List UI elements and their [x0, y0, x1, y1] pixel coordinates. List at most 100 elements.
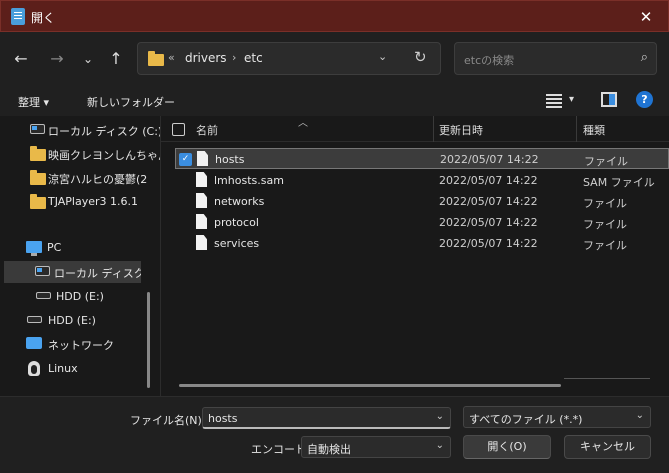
- search-input[interactable]: etcの検索 ⌕: [454, 42, 657, 75]
- column-header: 名前 ︿ 更新日時 種類: [161, 116, 669, 142]
- file-type: ファイル: [583, 197, 627, 210]
- sidebar-item-label: ローカル ディスク (C:): [54, 267, 141, 280]
- address-bar[interactable]: « drivers › etc ⌄ ↻: [137, 42, 441, 75]
- sidebar-item-label: HDD (E:): [56, 290, 104, 303]
- recent-locations-chevron-icon[interactable]: ⌄: [76, 48, 100, 70]
- file-date: 2022/05/07 14:22: [440, 153, 539, 166]
- column-name[interactable]: 名前: [196, 122, 218, 138]
- filter-value: すべてのファイル (*.*): [469, 413, 583, 426]
- encoding-value: 自動検出: [307, 443, 351, 456]
- file-type: ファイル: [583, 239, 627, 252]
- folder-icon: [148, 51, 164, 66]
- column-type[interactable]: 種類: [583, 122, 605, 138]
- file-row-protocol[interactable]: protocol 2022/05/07 14:22 ファイル: [175, 212, 669, 233]
- view-dropdown-chevron-icon[interactable]: ▾: [569, 94, 587, 110]
- sidebar-item-local-disk-c-pc[interactable]: ローカル ディスク (C:): [4, 261, 141, 283]
- view-options-icon[interactable]: [546, 92, 564, 108]
- document-icon: [196, 172, 207, 187]
- file-name: lmhosts.sam: [214, 174, 284, 187]
- drive-icon: [36, 292, 51, 299]
- search-icon: ⌕: [640, 50, 648, 65]
- new-folder-button[interactable]: 新しいフォルダー: [87, 94, 175, 110]
- back-arrow-icon[interactable]: ←: [9, 48, 33, 70]
- forward-arrow-icon[interactable]: →: [45, 48, 69, 70]
- help-icon[interactable]: ?: [636, 91, 653, 108]
- folder-icon: [30, 194, 46, 209]
- network-icon: [26, 337, 42, 349]
- file-type: ファイル: [584, 155, 628, 168]
- drive-icon: [30, 124, 45, 134]
- sidebar-item-pc[interactable]: PC: [26, 237, 176, 259]
- sidebar-item-label: PC: [47, 241, 62, 254]
- divider-line: [564, 378, 650, 379]
- file-list: 名前 ︿ 更新日時 種類 ✓ hosts 2022/05/07 14:22 ファ…: [161, 116, 669, 396]
- sidebar-item-label: ネットワーク: [48, 339, 114, 352]
- document-icon: [196, 214, 207, 229]
- sidebar-scrollbar[interactable]: [147, 292, 150, 388]
- drive-icon: [27, 316, 42, 323]
- sidebar-item-label: 映画クレヨンしんちゃん: [48, 149, 169, 162]
- open-button[interactable]: 開く(O): [463, 435, 551, 459]
- chevron-down-icon[interactable]: ⌄: [436, 411, 444, 422]
- checkmark-icon[interactable]: ✓: [179, 153, 192, 166]
- organize-button[interactable]: 整理 ▾: [18, 94, 49, 110]
- file-row-services[interactable]: services 2022/05/07 14:22 ファイル: [175, 233, 669, 254]
- sidebar-item-label: Linux: [48, 362, 78, 375]
- document-icon: [197, 151, 208, 166]
- breadcrumb-etc[interactable]: etc: [244, 51, 263, 65]
- title-bar: 開く ✕: [0, 0, 669, 32]
- close-button[interactable]: ✕: [634, 5, 658, 29]
- file-row-lmhosts[interactable]: lmhosts.sam 2022/05/07 14:22 SAM ファイル: [175, 170, 669, 191]
- sidebar-item-label: ローカル ディスク (C:): [48, 125, 163, 138]
- filename-label: ファイル名(N):: [130, 414, 206, 427]
- document-icon: [196, 235, 207, 250]
- file-name: hosts: [215, 153, 245, 166]
- sidebar-item-label: HDD (E:): [48, 314, 96, 327]
- chevron-down-icon: ⌄: [435, 440, 444, 451]
- sidebar-item-haruhi[interactable]: 涼宮ハルヒの憂鬱(2: [30, 167, 180, 189]
- column-divider[interactable]: [433, 116, 434, 142]
- file-row-hosts[interactable]: ✓ hosts 2022/05/07 14:22 ファイル: [175, 148, 669, 169]
- file-date: 2022/05/07 14:22: [439, 237, 538, 250]
- pc-icon: [26, 241, 42, 256]
- chevron-down-icon: ▾: [43, 96, 50, 109]
- refresh-icon[interactable]: ↻: [414, 48, 427, 66]
- sidebar-item-linux[interactable]: Linux: [28, 358, 178, 380]
- linux-icon: [28, 361, 40, 376]
- sort-arrow-icon: ︿: [298, 118, 308, 129]
- window-title: 開く: [31, 11, 56, 25]
- sidebar-item-tjaplayer3[interactable]: TJAPlayer3 1.6.1: [30, 191, 180, 213]
- file-date: 2022/05/07 14:22: [439, 195, 538, 208]
- file-name: services: [214, 237, 260, 250]
- sidebar-item-label: 涼宮ハルヒの憂鬱(2: [48, 173, 148, 186]
- file-row-networks[interactable]: networks 2022/05/07 14:22 ファイル: [175, 191, 669, 212]
- command-toolbar: 整理 ▾ 新しいフォルダー ▾ ?: [0, 86, 669, 116]
- sidebar-item-crayon-shinchan[interactable]: 映画クレヨンしんちゃん: [30, 143, 180, 165]
- folder-icon: [30, 170, 46, 185]
- column-divider[interactable]: [576, 116, 577, 142]
- preview-pane-icon[interactable]: [601, 92, 617, 107]
- file-name: protocol: [214, 216, 259, 229]
- horizontal-scrollbar[interactable]: [179, 384, 561, 387]
- file-type-filter-select[interactable]: すべてのファイル (*.*) ⌄: [463, 406, 651, 428]
- filename-value: hosts: [208, 412, 238, 425]
- address-dropdown-chevron-icon[interactable]: ⌄: [378, 50, 387, 63]
- chevron-down-icon: ⌄: [635, 410, 644, 421]
- filename-input[interactable]: hosts ⌄: [202, 407, 451, 429]
- cancel-button[interactable]: キャンセル: [564, 435, 651, 459]
- breadcrumb-separator-icon: ›: [232, 51, 237, 64]
- up-arrow-icon[interactable]: ↑: [104, 48, 128, 70]
- organize-label: 整理: [18, 96, 40, 109]
- breadcrumb-drivers[interactable]: drivers: [185, 51, 227, 65]
- select-all-checkbox[interactable]: [172, 123, 185, 136]
- search-placeholder: etcの検索: [464, 54, 515, 67]
- file-type: ファイル: [583, 218, 627, 231]
- breadcrumb-overflow-icon[interactable]: «: [168, 51, 175, 64]
- sidebar-item-hdd-e[interactable]: HDD (E:): [27, 310, 177, 332]
- encoding-select[interactable]: 自動検出 ⌄: [301, 436, 451, 458]
- sidebar-item-local-disk-c[interactable]: ローカル ディスク (C:): [30, 119, 180, 141]
- file-name: networks: [214, 195, 265, 208]
- sidebar-item-label: TJAPlayer3 1.6.1: [48, 195, 139, 208]
- sidebar-item-network[interactable]: ネットワーク: [26, 333, 176, 355]
- column-date-modified[interactable]: 更新日時: [439, 122, 483, 138]
